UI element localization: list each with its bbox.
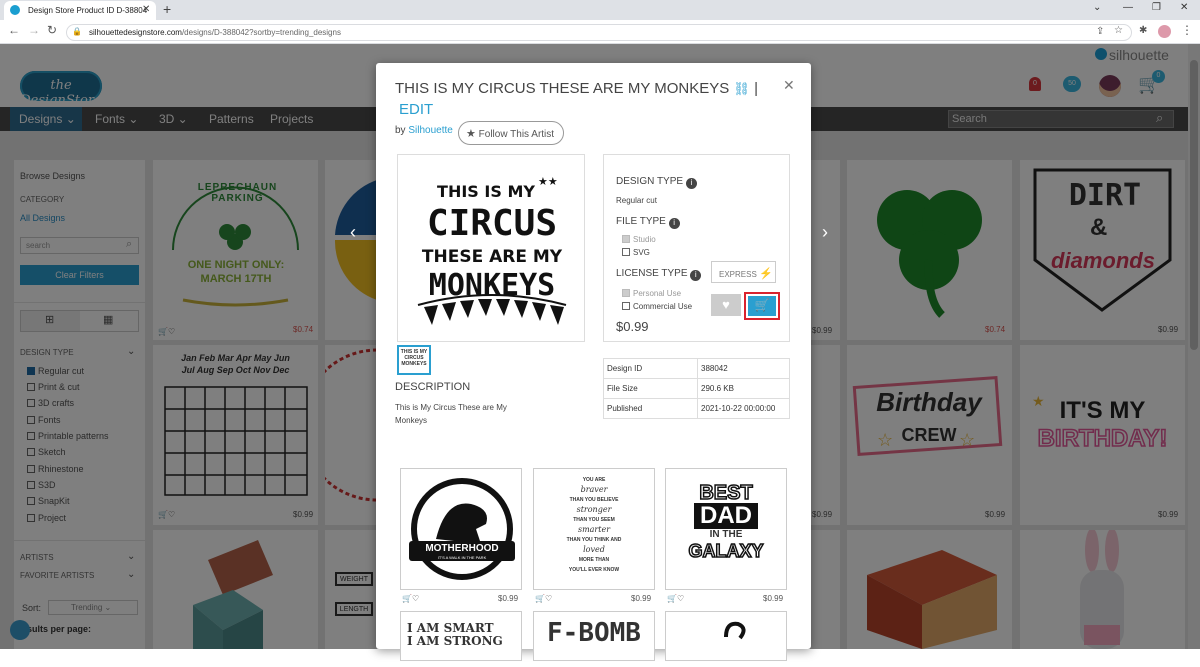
related-design-you-are-braver[interactable]: YOU ARE braver THAN YOU BELIEVE stronger… <box>533 468 655 590</box>
reload-icon[interactable]: ↻ <box>47 23 57 37</box>
bookmark-star-icon[interactable]: ☆ <box>1114 25 1123 36</box>
carousel-next-icon[interactable]: › <box>822 222 828 243</box>
related-text: smarter <box>577 525 611 534</box>
express-button[interactable]: EXPRESS ⚡ <box>711 261 776 283</box>
related-design-motherhood[interactable]: MOTHERHOOD IT'S A WALK IN THE PARK <box>400 468 522 590</box>
related-text: GALAXY <box>688 540 765 562</box>
related-text: YOU ARE <box>582 477 606 483</box>
specs-table: Design ID 388042 File Size 290.6 KB Publis… <box>603 358 790 419</box>
info-icon[interactable]: i <box>685 178 697 189</box>
related-price: $0.99 <box>498 594 519 603</box>
related-text: loved <box>583 545 605 554</box>
description-heading: DESCRIPTION <box>395 381 471 393</box>
related-text: IT'S A WALK IN THE PARK <box>437 555 487 560</box>
tab-favicon-icon <box>10 5 20 15</box>
preview-line: CIRCUS <box>427 203 557 244</box>
tab-title: Design Store Product ID D-38804 <box>28 6 148 15</box>
link-icon[interactable]: ⛓ <box>733 81 750 96</box>
related-price: $0.99 <box>763 594 784 603</box>
follow-artist-button[interactable]: ★ Follow This Artist <box>458 121 564 145</box>
related-text: IN THE <box>709 529 743 540</box>
design-type-label: DESIGN TYPE i <box>616 176 697 189</box>
forward-icon[interactable]: → <box>28 23 40 37</box>
lock-icon: 🔒 <box>72 27 82 36</box>
related-design-f-bomb[interactable]: F-BOMB <box>533 611 655 661</box>
related-text: THAN YOU BELIEVE <box>569 497 619 503</box>
tab-close-icon[interactable]: ✕ <box>142 4 150 15</box>
spec-row: Design ID 388042 <box>603 358 790 379</box>
related-price: $0.99 <box>631 594 652 603</box>
related-text: DAD <box>694 503 758 529</box>
related-text: stronger <box>576 505 612 514</box>
file-type-svg[interactable]: SVG <box>622 248 650 257</box>
related-text: braver <box>580 485 608 494</box>
browser-tab[interactable]: Design Store Product ID D-38804 <box>4 1 156 20</box>
related-text: MOTHERHOOD <box>425 543 499 554</box>
artist-link[interactable]: Silhouette <box>408 125 452 136</box>
info-icon[interactable]: i <box>690 270 702 281</box>
minimize-icon[interactable]: — <box>1123 2 1133 13</box>
carousel-prev-icon[interactable]: ‹ <box>350 222 356 243</box>
license-commercial[interactable]: Commercial Use <box>622 302 692 311</box>
related-text: THAN YOU SEEM <box>573 517 615 523</box>
preview-line: THESE ARE MY <box>422 247 563 267</box>
circus-preview-art: THIS IS MY ★★ CIRCUS THESE ARE MY MONKEY… <box>417 176 567 325</box>
related-text: THAN YOU THINK AND <box>566 537 622 543</box>
address-bar[interactable]: silhouettedesignstore.com/designs/D-3880… <box>66 24 1132 41</box>
spec-row: File Size 290.6 KB <box>603 378 790 399</box>
edit-link[interactable]: EDIT <box>399 101 433 118</box>
browser-menu-icon[interactable]: ⋮ <box>1181 23 1193 37</box>
related-text: YOU'LL EVER KNOW <box>568 567 620 573</box>
maximize-icon[interactable]: ❐ <box>1152 2 1161 13</box>
info-icon[interactable]: i <box>668 218 680 229</box>
file-type-label: FILE TYPE i <box>616 216 680 229</box>
star-icon: ★ <box>466 128 476 140</box>
related-text: F-BOMB <box>547 618 641 648</box>
product-price: $0.99 <box>616 319 649 334</box>
related-design-best-dad[interactable]: BEST DAD IN THE GALAXY <box>665 468 787 590</box>
related-design-smart-strong[interactable]: I AM SMART I AM STRONG <box>400 611 522 661</box>
license-personal: Personal Use <box>622 289 681 298</box>
window-close-icon[interactable]: ✕ <box>1180 2 1188 13</box>
new-tab-icon[interactable]: + <box>163 1 171 17</box>
preview-thumbnail[interactable]: THIS IS MY CIRCUS MONKEYS <box>397 345 431 375</box>
related-cart-icon[interactable]: 🛒♡ <box>402 594 419 603</box>
artist-byline: by Silhouette <box>395 125 453 136</box>
modal-close-icon[interactable]: ✕ <box>783 77 795 94</box>
back-icon[interactable]: ← <box>8 23 20 37</box>
related-text: I AM STRONG <box>407 634 503 648</box>
add-to-cart-highlight: 🛒 <box>744 292 780 320</box>
tab-search-icon[interactable]: ⌄ <box>1093 2 1101 13</box>
motherhood-art <box>409 478 515 580</box>
favorite-heart-button[interactable]: ♥ <box>711 294 741 316</box>
design-preview: THIS IS MY ★★ CIRCUS THESE ARE MY MONKEY… <box>397 154 585 342</box>
spec-row: Published 2021-10-22 00:00:00 <box>603 398 790 419</box>
add-to-cart-button[interactable]: 🛒 <box>748 296 776 316</box>
related-design-partial[interactable] <box>665 611 787 661</box>
preview-line: THIS IS MY <box>437 182 535 201</box>
license-type-label: LICENSE TYPE i <box>616 268 702 281</box>
file-type-studio: Studio <box>622 235 656 244</box>
lightning-icon: ⚡ <box>759 268 773 280</box>
description-text: This is My Circus These are My Monkeys <box>395 403 507 425</box>
related-partial-art <box>724 621 746 640</box>
product-title: THIS IS MY CIRCUS THESE ARE MY MONKEYS ⛓… <box>395 80 759 118</box>
design-type-value: Regular cut <box>616 196 657 205</box>
extensions-icon[interactable]: ✱ <box>1139 25 1147 36</box>
related-text: MORE THAN <box>578 557 610 563</box>
browser-tab-bar <box>0 0 1200 20</box>
product-modal: THIS IS MY CIRCUS THESE ARE MY MONKEYS ⛓… <box>376 63 811 661</box>
profile-avatar[interactable] <box>1158 25 1171 38</box>
svg-text:★★: ★★ <box>538 176 558 188</box>
related-cart-icon[interactable]: 🛒♡ <box>535 594 552 603</box>
share-icon[interactable]: ⇪ <box>1096 26 1104 37</box>
related-cart-icon[interactable]: 🛒♡ <box>667 594 684 603</box>
related-text: BEST <box>699 482 754 504</box>
